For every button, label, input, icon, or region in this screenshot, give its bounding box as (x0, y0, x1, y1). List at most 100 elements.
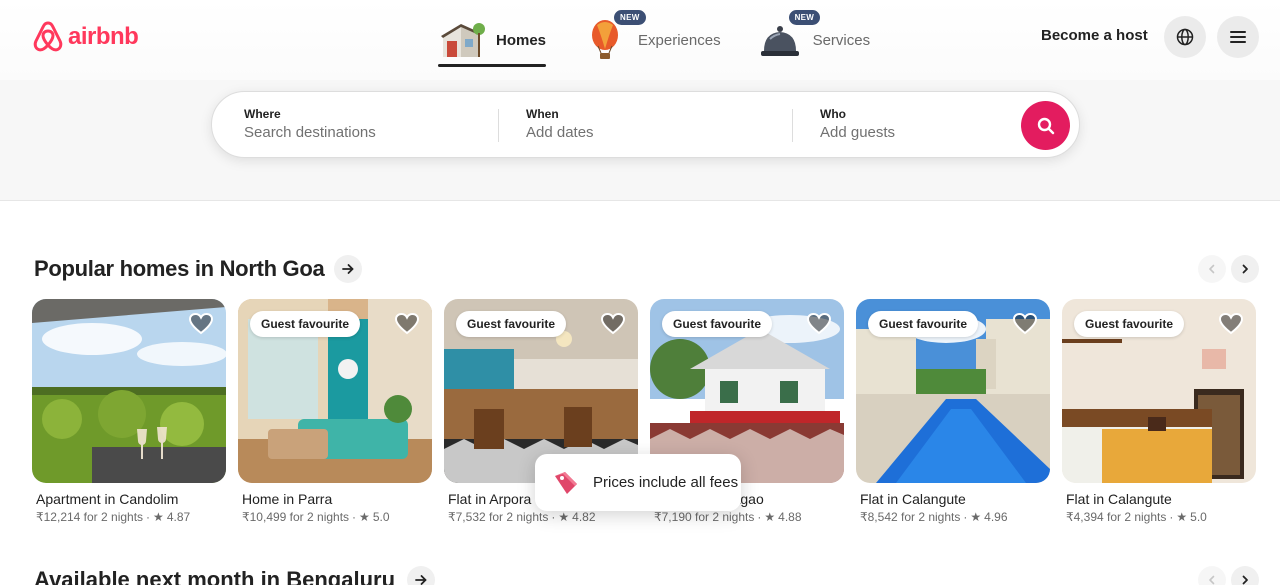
section-header[interactable]: Popular homes in North Goa (34, 255, 363, 283)
listing-card[interactable]: Guest favourite Flat in Calangute ₹4,394… (1062, 299, 1256, 524)
listing-photo[interactable]: Guest favourite (238, 299, 432, 483)
section-title[interactable]: Popular homes in North Goa (34, 256, 325, 282)
prices-include-fees-toast[interactable]: Prices include all fees (535, 454, 741, 511)
arrow-right-icon (342, 264, 354, 274)
listing-photo[interactable]: Guest favourite (1062, 299, 1256, 483)
guest-favourite-badge: Guest favourite (250, 311, 361, 337)
listing-rating: 4.87 (166, 510, 191, 524)
listing-price: ₹7,190 for 2 nights (654, 510, 755, 524)
separator-dot: · (551, 510, 556, 524)
star-icon: ★ (970, 510, 982, 524)
guest-favourite-badge: Guest favourite (456, 311, 567, 337)
new-badge: NEW (614, 10, 646, 25)
separator-dot: · (1169, 510, 1174, 524)
guest-favourite-badge: Guest favourite (662, 311, 773, 337)
listing-price: ₹4,394 for 2 nights (1066, 510, 1167, 524)
carousel-next-button[interactable] (1231, 255, 1259, 283)
listing-card[interactable]: Apartment in Candolim ₹12,214 for 2 nigh… (32, 299, 226, 524)
guest-favourite-badge: Guest favourite (1074, 311, 1185, 337)
listing-card[interactable]: Guest favourite Flat in Calangute ₹8,542… (856, 299, 1050, 524)
toast-text: Prices include all fees (593, 474, 739, 491)
when-input[interactable]: Add dates (526, 124, 786, 141)
wishlist-heart-icon[interactable] (806, 311, 832, 337)
wishlist-heart-icon[interactable] (600, 311, 626, 337)
who-input[interactable]: Add guests (820, 124, 1000, 141)
star-icon: ★ (1176, 510, 1188, 524)
listing-meta: ₹8,542 for 2 nights · ★ 4.96 (860, 510, 1050, 524)
airbnb-logo[interactable]: airbnb (32, 20, 139, 54)
listing-meta: ₹7,190 for 2 nights · ★ 4.88 (654, 510, 844, 524)
listing-meta: ₹10,499 for 2 nights · ★ 5.0 (242, 510, 432, 524)
who-label: Who (820, 107, 846, 121)
language-button[interactable] (1164, 16, 1206, 58)
chevron-right-icon (1242, 575, 1248, 585)
arrow-right-icon (415, 575, 427, 585)
tab-services-label: Services (812, 31, 871, 49)
listing-price: ₹10,499 for 2 nights (242, 510, 350, 524)
where-field[interactable]: Where Search destinations (244, 107, 494, 141)
airbnb-logo-icon (33, 21, 63, 52)
new-badge: NEW (788, 10, 821, 25)
wishlist-heart-icon[interactable] (394, 311, 420, 337)
separator-dot: · (757, 510, 762, 524)
chevron-left-icon (1209, 264, 1215, 274)
price-tag-icon (555, 471, 577, 494)
search-divider (498, 109, 499, 142)
main-menu-button[interactable] (1217, 16, 1259, 58)
listing-rating: 4.88 (778, 510, 802, 524)
wishlist-heart-icon[interactable] (1012, 311, 1038, 337)
listing-meta: ₹4,394 for 2 nights · ★ 5.0 (1066, 510, 1256, 524)
carousel-prev-button[interactable] (1198, 566, 1226, 585)
when-label: When (526, 107, 559, 121)
tab-homes-label: Homes (496, 31, 547, 49)
carousel-next-button[interactable] (1231, 566, 1259, 585)
listing-meta: ₹12,214 for 2 nights · ★ 4.87 (36, 510, 226, 524)
search-icon (1037, 117, 1054, 134)
carousel-prev-button[interactable] (1198, 255, 1226, 283)
tab-homes[interactable]: Homes (438, 14, 580, 67)
chevron-left-icon (1209, 575, 1215, 585)
section-see-all-button[interactable] (334, 255, 363, 283)
star-icon: ★ (359, 510, 370, 524)
listing-title: Home in Parra (242, 491, 333, 507)
listing-rating: 4.96 (984, 510, 1008, 524)
listing-photo[interactable]: Guest favourite (856, 299, 1050, 483)
where-input[interactable]: Search destinations (244, 124, 494, 141)
star-icon: ★ (153, 510, 164, 524)
listing-rating: 5.0 (372, 510, 390, 524)
listing-card[interactable]: Guest favourite Home in Parra ₹10,499 fo… (238, 299, 432, 524)
listing-photo[interactable] (32, 299, 226, 483)
wishlist-heart-icon[interactable] (188, 311, 214, 337)
section-header[interactable]: Available next month in Bengaluru (34, 566, 436, 585)
search-bar: Where Search destinations When Add dates… (211, 91, 1080, 158)
wishlist-heart-icon[interactable] (1218, 311, 1244, 337)
header: airbnb Homes NEW Experiences NEW Service… (0, 0, 1280, 201)
separator-dot: · (963, 510, 968, 524)
search-button[interactable] (1021, 101, 1070, 150)
when-field[interactable]: When Add dates (526, 107, 786, 141)
listing-rating: 4.82 (572, 510, 596, 524)
top-nav-bar: airbnb Homes NEW Experiences NEW Service… (0, 0, 1280, 80)
house-icon (438, 18, 488, 62)
listing-price: ₹12,214 for 2 nights (36, 510, 144, 524)
chevron-right-icon (1242, 264, 1248, 274)
section-title[interactable]: Available next month in Bengaluru (34, 567, 395, 585)
who-field[interactable]: Who Add guests (820, 107, 1000, 141)
listing-price: ₹7,532 for 2 nights (448, 510, 549, 524)
tab-services[interactable]: NEW Services (755, 10, 905, 66)
become-a-host-link[interactable]: Become a host (1041, 27, 1148, 44)
listing-price: ₹8,542 for 2 nights (860, 510, 961, 524)
tab-experiences-label: Experiences (638, 31, 721, 49)
tab-experiences[interactable]: NEW Experiences (580, 10, 755, 66)
globe-icon (1176, 28, 1194, 46)
section-see-all-button[interactable] (407, 566, 436, 585)
hamburger-menu-icon (1230, 31, 1246, 43)
separator-dot: · (146, 510, 151, 524)
star-icon: ★ (558, 510, 570, 524)
separator-dot: · (352, 510, 357, 524)
search-divider (792, 109, 793, 142)
star-icon: ★ (764, 510, 776, 524)
listing-title: Flat in Calangute (1066, 491, 1172, 507)
listing-title: Apartment in Candolim (36, 491, 179, 507)
where-label: Where (244, 107, 281, 121)
